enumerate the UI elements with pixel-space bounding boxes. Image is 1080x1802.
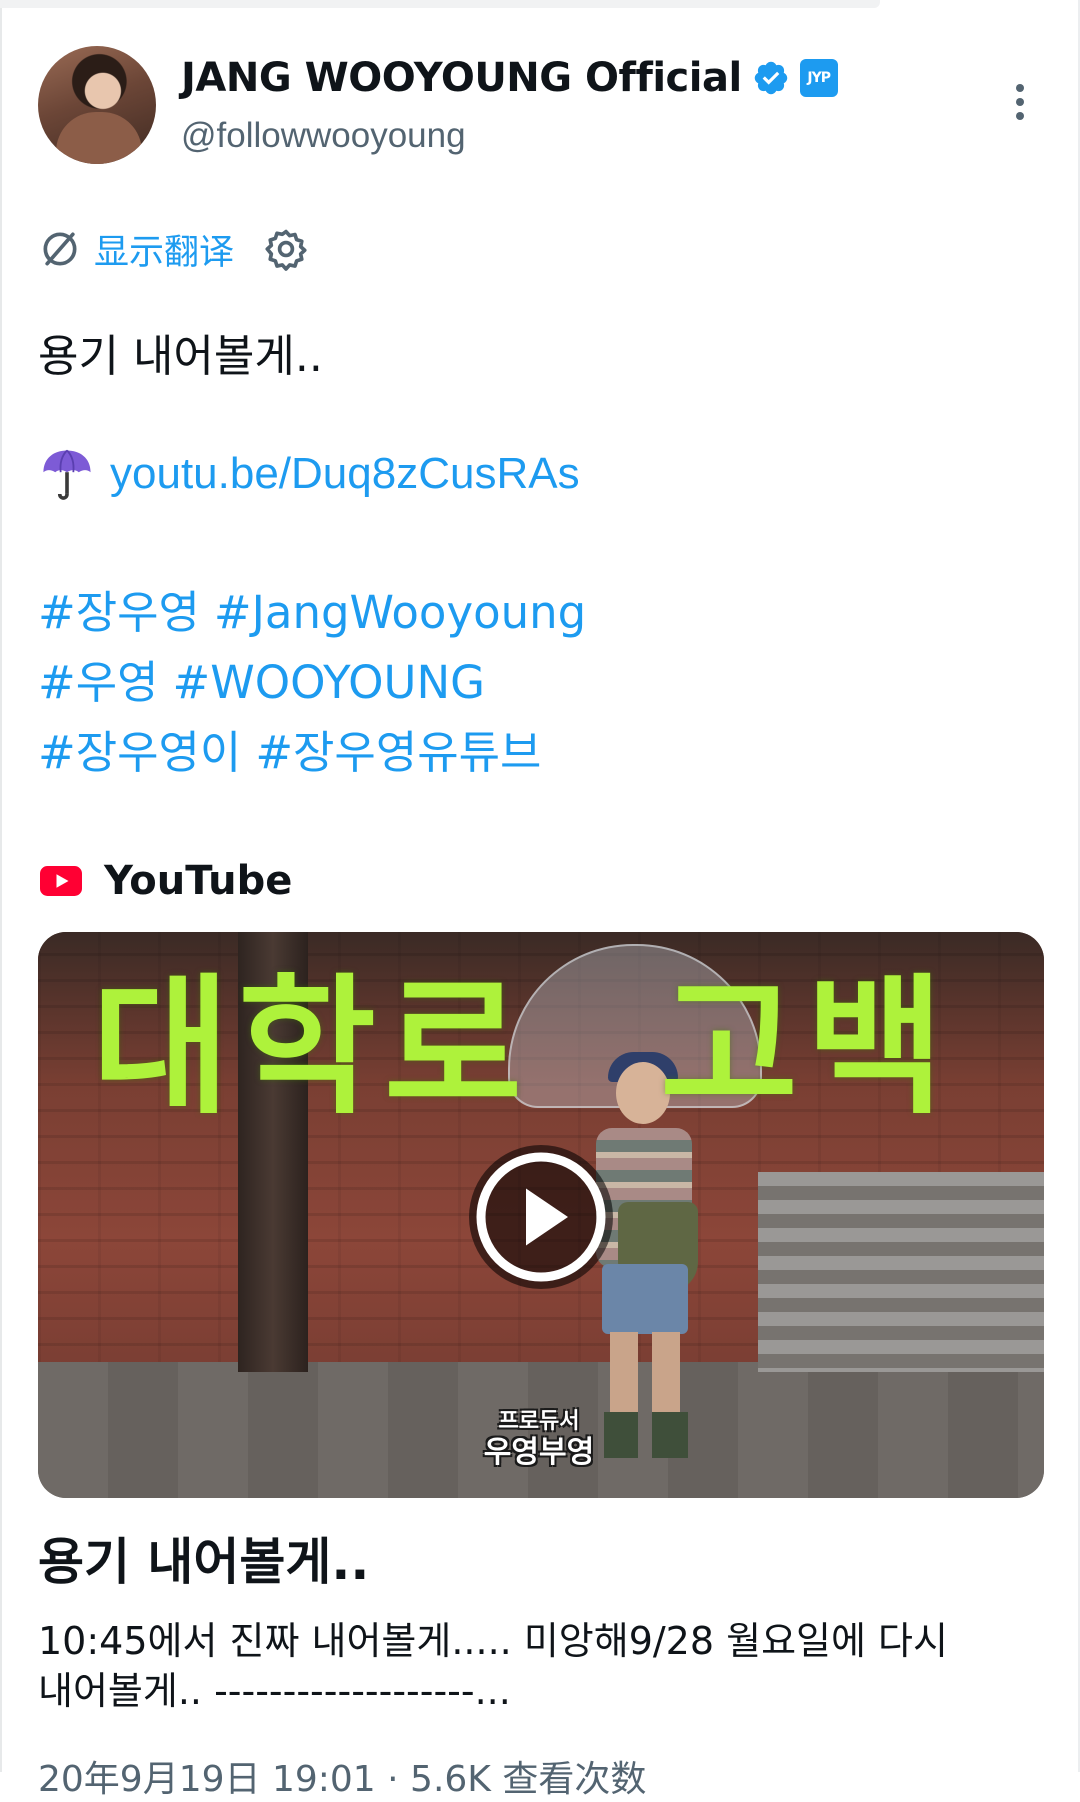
- translate-icon: [43, 232, 77, 266]
- hashtag[interactable]: #WOOYOUNG: [173, 656, 486, 709]
- thumbnail-logo-line2: 우영부영: [483, 1435, 595, 1470]
- handle[interactable]: @followwooyoung: [181, 116, 466, 156]
- more-options-icon[interactable]: [1008, 84, 1032, 128]
- thumbnail-title-right: 고백: [660, 961, 953, 1135]
- author-name-row: JANG WOOYOUNG Official JYP: [181, 50, 838, 106]
- video-thumbnail[interactable]: 대학로 고백 프로듀서 우영부영: [38, 932, 1044, 1498]
- translate-row: 显示翻译: [38, 224, 308, 274]
- youtube-icon: [40, 866, 82, 896]
- umbrella-icon: [43, 449, 91, 500]
- thumbnail-stairs: [758, 1172, 1044, 1372]
- tweet-meta: 20年9月19日 19:01 · 5.6K 查看次数: [38, 1759, 647, 1800]
- verified-badge-icon[interactable]: [752, 59, 790, 97]
- avatar[interactable]: [38, 46, 156, 164]
- tweet-text: 용기 내어볼게..: [38, 331, 323, 382]
- card-description: 10:45에서 진짜 내어볼게..... 미앙해9/28 월요일에 다시 내어볼…: [38, 1616, 1048, 1716]
- hashtag-line: #장우영 #JangWooyoung: [38, 576, 1038, 646]
- gear-icon[interactable]: [264, 227, 308, 271]
- show-translation-link[interactable]: 显示翻译: [94, 224, 234, 275]
- card-title[interactable]: 용기 내어볼게..: [38, 1522, 369, 1594]
- hashtag[interactable]: #JangWooyoung: [214, 586, 586, 639]
- hashtag[interactable]: #우영: [38, 656, 159, 709]
- thumbnail-logo: 프로듀서 우영부영: [464, 1408, 614, 1470]
- display-name[interactable]: JANG WOOYOUNG Official: [181, 55, 742, 101]
- tweet-link-row: youtu.be/Duq8zCusRAs: [38, 444, 580, 504]
- thumbnail-title: 대학로 고백: [92, 968, 992, 1128]
- thumbnail-logo-line1: 프로듀서: [498, 1409, 580, 1434]
- card-source-name: YouTube: [104, 858, 293, 904]
- card-source: YouTube: [40, 854, 292, 908]
- affiliate-badge[interactable]: JYP: [799, 59, 838, 97]
- hashtag-list: #장우영 #JangWooyoung #우영 #WOOYOUNG #장우영이 #장우영…: [38, 576, 1038, 786]
- thumbnail-title-left: 대학로: [92, 961, 531, 1135]
- card-description-line: 내어볼게.. -------------------...: [38, 1669, 511, 1713]
- hashtag-line: #장우영이 #장우영유튜브: [38, 716, 1038, 786]
- hashtag-line: #우영 #WOOYOUNG: [38, 646, 1038, 716]
- youtube-link[interactable]: youtu.be/Duq8zCusRAs: [110, 449, 580, 499]
- hashtag[interactable]: #장우영유튜브: [255, 726, 541, 779]
- hashtag[interactable]: #장우영이: [38, 726, 241, 779]
- previous-tweet-edge: [0, 0, 880, 8]
- hashtag[interactable]: #장우영: [38, 586, 200, 639]
- frame-edge-left: [0, 0, 2, 1772]
- play-icon[interactable]: [466, 1142, 616, 1292]
- card-description-line: 10:45에서 진짜 내어볼게..... 미앙해9/28 월요일에 다시: [38, 1619, 948, 1663]
